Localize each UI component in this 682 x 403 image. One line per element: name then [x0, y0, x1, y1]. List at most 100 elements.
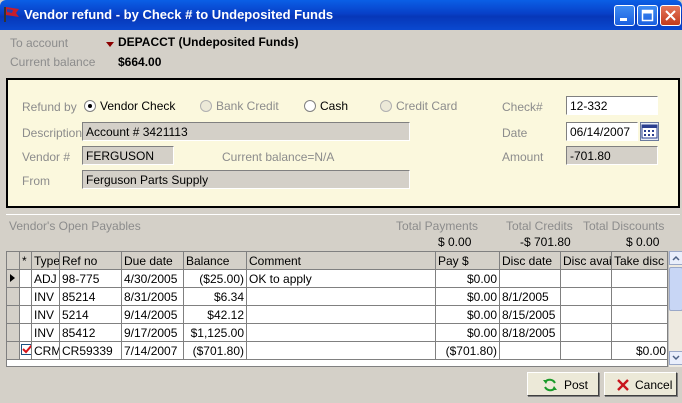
- bank-credit-label: Bank Credit: [216, 99, 279, 113]
- date-input[interactable]: 06/14/2007: [566, 122, 638, 141]
- col-balance[interactable]: Balance: [184, 252, 247, 270]
- col-star[interactable]: *: [20, 252, 32, 270]
- dropdown-arrow-icon[interactable]: [106, 42, 114, 48]
- cell-disc-date: [500, 270, 561, 288]
- cell-type: INV: [32, 288, 60, 306]
- vendor-check-label[interactable]: Vendor Check: [100, 99, 175, 113]
- col-pay[interactable]: Pay $: [436, 252, 500, 270]
- total-discounts-label: Total Discounts: [583, 219, 665, 233]
- cash-radio[interactable]: [304, 100, 316, 112]
- minimize-icon: [620, 18, 627, 21]
- cell-take-disc[interactable]: [612, 270, 667, 288]
- close-icon: [665, 10, 676, 21]
- to-account-label: To account: [10, 36, 69, 50]
- row-check-cell[interactable]: [20, 270, 32, 288]
- cell-due: 8/31/2005: [122, 288, 184, 306]
- col-disc-avail[interactable]: Disc avail: [561, 252, 612, 270]
- cell-take-disc[interactable]: [612, 288, 667, 306]
- cell-pay[interactable]: $0.00: [436, 270, 500, 288]
- scroll-up-button[interactable]: [669, 251, 682, 265]
- col-type[interactable]: Type: [32, 252, 60, 270]
- cell-pay[interactable]: $0.00: [436, 288, 500, 306]
- cell-take-disc[interactable]: $0.00: [612, 342, 667, 360]
- vendor-check-radio[interactable]: [84, 100, 96, 112]
- cell-comment[interactable]: OK to apply: [247, 270, 436, 288]
- col-comment[interactable]: Comment: [247, 252, 436, 270]
- table-row[interactable]: INV 85412 9/17/2005 $1,125.00 $0.00 8/18…: [7, 324, 667, 342]
- cell-comment[interactable]: [247, 342, 436, 360]
- total-credits-label: Total Credits: [506, 219, 573, 233]
- cell-disc-avail: [561, 270, 612, 288]
- total-credits-value: -$ 701.80: [520, 235, 571, 249]
- col-take-disc[interactable]: Take disc: [612, 252, 667, 270]
- cell-disc-date: 8/18/2005: [500, 324, 561, 342]
- cell-type: INV: [32, 306, 60, 324]
- cell-pay[interactable]: $0.00: [436, 306, 500, 324]
- chevron-up-icon: [672, 255, 680, 261]
- cell-take-disc[interactable]: [612, 306, 667, 324]
- cell-disc-avail: [561, 288, 612, 306]
- row-check-cell[interactable]: [20, 324, 32, 342]
- cell-disc-avail: [561, 306, 612, 324]
- table-row[interactable]: CRM CR59339 7/14/2007 ($701.80) ($701.80…: [7, 342, 667, 360]
- amount-field[interactable]: -701.80: [566, 146, 658, 165]
- row-selector[interactable]: [7, 342, 20, 360]
- total-payments-value: $ 0.00: [438, 235, 472, 249]
- description-field[interactable]: Account # 3421113: [82, 122, 410, 141]
- row-selector[interactable]: [7, 306, 20, 324]
- close-button[interactable]: [660, 5, 681, 26]
- cell-due: 4/30/2005: [122, 270, 184, 288]
- cell-pay[interactable]: $0.00: [436, 324, 500, 342]
- cash-label[interactable]: Cash: [320, 99, 348, 113]
- cell-take-disc[interactable]: [612, 324, 667, 342]
- row-checkbox[interactable]: [21, 344, 31, 355]
- minimize-button[interactable]: [614, 5, 635, 26]
- col-ref-no[interactable]: Ref no: [60, 252, 122, 270]
- calendar-button[interactable]: [640, 122, 659, 141]
- calendar-icon: [641, 124, 658, 139]
- vertical-scrollbar[interactable]: [668, 251, 682, 367]
- table-row[interactable]: INV 85214 8/31/2005 $6.34 $0.00 8/1/2005: [7, 288, 667, 306]
- cell-type: ADJ: [32, 270, 60, 288]
- total-discounts-value: $ 0.00: [626, 235, 660, 249]
- row-selector[interactable]: [7, 324, 20, 342]
- row-selector[interactable]: [7, 270, 20, 288]
- maximize-button[interactable]: [637, 5, 658, 26]
- cell-balance: $42.12: [184, 306, 247, 324]
- scroll-down-button[interactable]: [669, 351, 682, 365]
- cell-comment[interactable]: [247, 324, 436, 342]
- post-button[interactable]: Post: [527, 372, 599, 396]
- current-balance-label: Current balance: [10, 55, 96, 69]
- col-disc-date[interactable]: Disc date: [500, 252, 561, 270]
- to-account-value[interactable]: DEPACCT (Undeposited Funds): [118, 35, 298, 49]
- col-due-date[interactable]: Due date: [122, 252, 184, 270]
- table-row[interactable]: ADJ 98-775 4/30/2005 ($25.00) OK to appl…: [7, 270, 667, 288]
- from-field[interactable]: Ferguson Parts Supply: [82, 170, 410, 189]
- amount-label: Amount: [502, 150, 544, 164]
- cell-comment[interactable]: [247, 306, 436, 324]
- table-row[interactable]: INV 5214 9/14/2005 $42.12 $0.00 8/15/200…: [7, 306, 667, 324]
- payables-table: * Type Ref no Due date Balance Comment P…: [6, 251, 668, 367]
- cell-type: CRM: [32, 342, 60, 360]
- refresh-icon: [543, 378, 557, 392]
- row-check-cell[interactable]: [20, 342, 32, 360]
- row-check-cell[interactable]: [20, 306, 32, 324]
- cell-comment[interactable]: [247, 288, 436, 306]
- check-number-input[interactable]: 12-332: [566, 96, 658, 115]
- bank-credit-radio: [200, 100, 212, 112]
- cell-pay[interactable]: ($701.80): [436, 342, 500, 360]
- checkmark-icon: [22, 344, 31, 354]
- scroll-thumb[interactable]: [669, 267, 682, 311]
- cell-balance: ($701.80): [184, 342, 247, 360]
- date-label: Date: [502, 126, 528, 140]
- from-label: From: [22, 174, 50, 188]
- cancel-button[interactable]: Cancel: [604, 372, 677, 396]
- cell-balance: $1,125.00: [184, 324, 247, 342]
- maximize-icon: [641, 9, 654, 22]
- chevron-down-icon: [672, 355, 680, 361]
- vendor-field[interactable]: FERGUSON: [82, 146, 174, 165]
- cell-ref: 5214: [60, 306, 122, 324]
- cell-type: INV: [32, 324, 60, 342]
- row-selector[interactable]: [7, 288, 20, 306]
- row-check-cell[interactable]: [20, 288, 32, 306]
